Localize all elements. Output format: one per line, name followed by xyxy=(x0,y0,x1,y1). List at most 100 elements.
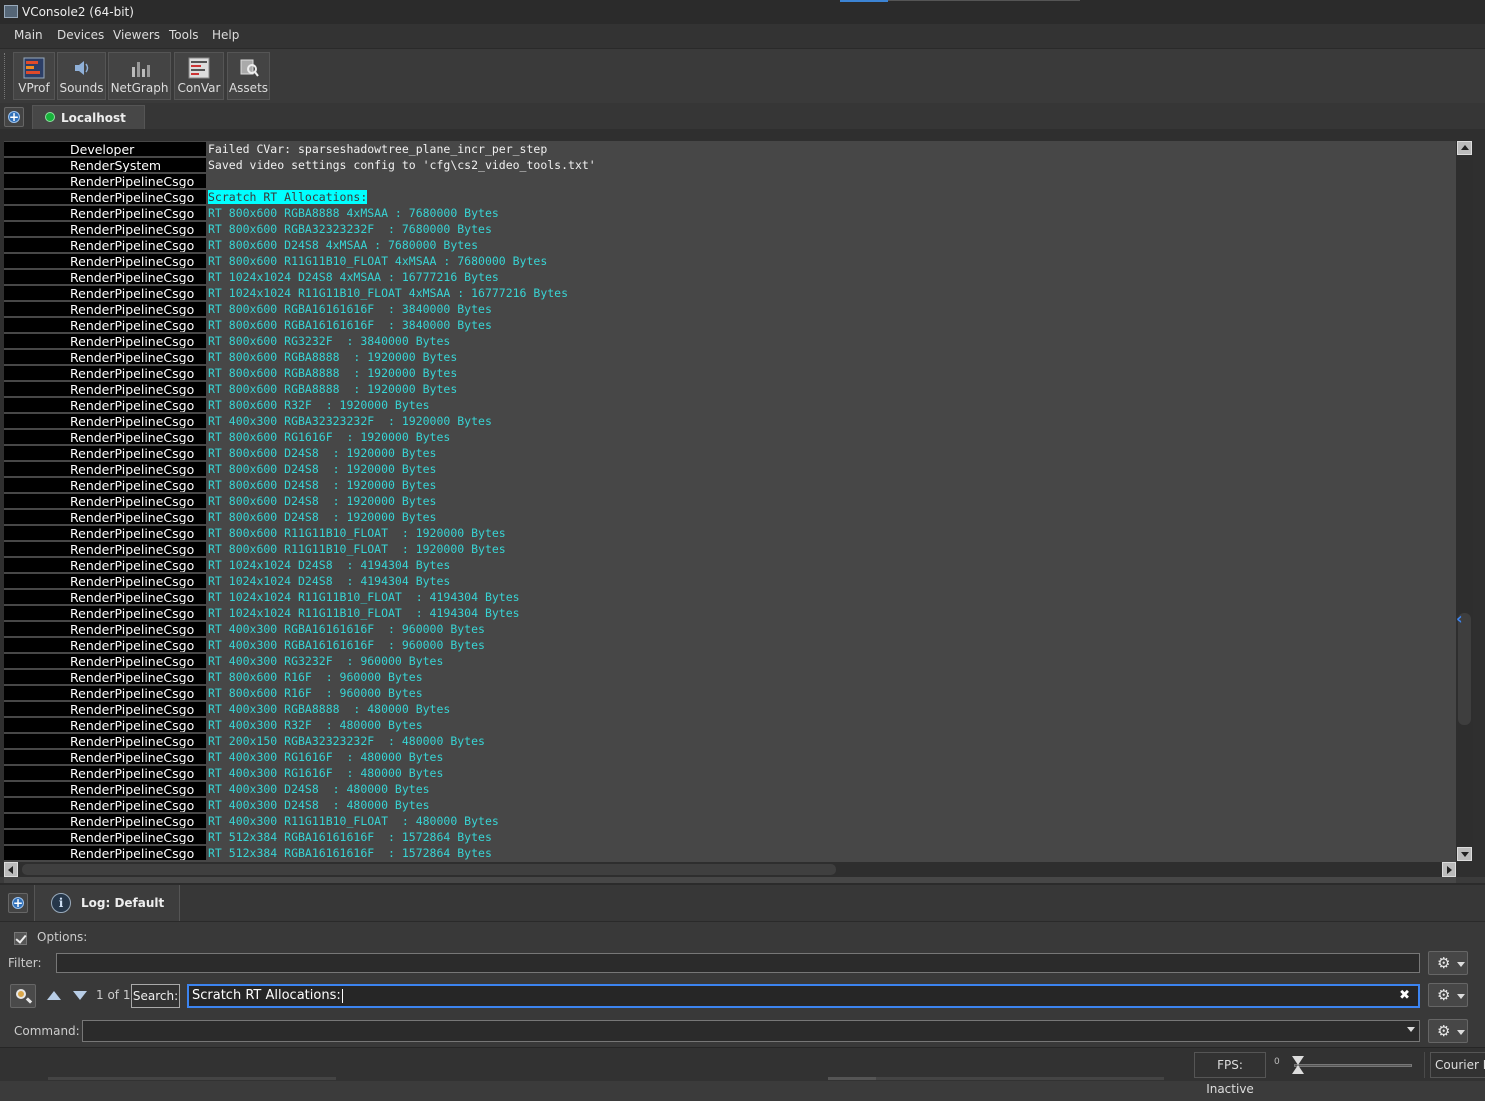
filter-label: Filter: xyxy=(8,956,42,970)
status-separator xyxy=(1424,1052,1425,1078)
log-message: RT 1024x1024 D24S8 4xMSAA : 16777216 Byt… xyxy=(208,270,499,284)
menu-tools[interactable]: Tools xyxy=(169,28,199,42)
assets-button[interactable]: Assets xyxy=(227,52,270,100)
title-bar: VConsole2 (64-bit) xyxy=(0,0,1485,24)
slider-handle-icon[interactable] xyxy=(1292,1056,1304,1074)
log-message: RT 400x300 RG1616F : 480000 Bytes xyxy=(208,750,444,764)
log-category: RenderPipelineCsgo xyxy=(4,350,206,364)
menu-devices[interactable]: Devices xyxy=(57,28,104,42)
next-match-button[interactable] xyxy=(73,991,87,1000)
log-row: RenderPipelineCsgo RT 400x300 RGBA3232323… xyxy=(4,413,1456,429)
log-message: RT 800x600 RGBA8888 : 1920000 Bytes xyxy=(208,366,458,380)
log-category: RenderPipelineCsgo xyxy=(4,190,206,204)
log-category: RenderPipelineCsgo xyxy=(4,270,206,284)
log-row: RenderPipelineCsgo RT 400x300 D24S8 : 480… xyxy=(4,797,1456,813)
scroll-right-button[interactable] xyxy=(1442,862,1456,877)
log-row: RenderPipelineCsgo RT 1024x1024 R11G11B10… xyxy=(4,285,1456,301)
match-count: 1 of 1 xyxy=(96,988,131,1002)
log-category: RenderPipelineCsgo xyxy=(4,526,206,540)
search-settings-button[interactable]: ⚙ xyxy=(1428,983,1468,1007)
log-row: RenderPipelineCsgo RT 800x600 R11G11B10_F… xyxy=(4,525,1456,541)
title-accent-line xyxy=(888,0,1080,1)
menu-main[interactable]: Main xyxy=(14,28,43,42)
filter-settings-button[interactable]: ⚙ xyxy=(1428,951,1468,975)
command-label: Command: xyxy=(14,1024,80,1038)
previous-match-button[interactable] xyxy=(47,991,61,1000)
log-category: RenderPipelineCsgo xyxy=(4,414,206,428)
log-message: RT 800x600 RGBA16161616F : 3840000 Bytes xyxy=(208,302,492,316)
log-message: RT 512x384 RGBA16161616F : 1572864 Bytes xyxy=(208,830,492,844)
log-message: RT 400x300 RG3232F : 960000 Bytes xyxy=(208,654,444,668)
netgraph-icon xyxy=(131,62,150,77)
netgraph-label: NetGraph xyxy=(110,81,169,95)
scroll-up-button[interactable] xyxy=(1457,141,1472,155)
magnifier-handle xyxy=(25,997,33,1004)
log-category: RenderPipelineCsgo xyxy=(4,558,206,572)
app-icon xyxy=(4,5,18,18)
log-category: RenderPipelineCsgo xyxy=(4,462,206,476)
log-row: RenderPipelineCsgo RT 800x600 R16F : 9600… xyxy=(4,685,1456,701)
assets-label: Assets xyxy=(228,81,269,95)
filter-input[interactable] xyxy=(56,953,1420,973)
convar-icon xyxy=(188,57,210,79)
log-row: RenderPipelineCsgo RT 400x300 RG3232F : 9… xyxy=(4,653,1456,669)
log-category: RenderPipelineCsgo xyxy=(4,622,206,636)
log-message: RT 1024x1024 R11G11B10_FLOAT : 4194304 B… xyxy=(208,606,520,620)
log-row: RenderPipelineCsgo RT 512x384 RGBA1616161… xyxy=(4,845,1456,861)
vprof-button[interactable]: VProf xyxy=(13,52,55,100)
search-input[interactable]: Scratch RT Allocations: ✖ xyxy=(187,984,1420,1008)
clear-search-icon[interactable]: ✖ xyxy=(1399,988,1410,1003)
scroll-thumb[interactable] xyxy=(1458,613,1471,725)
gear-icon: ⚙ xyxy=(1437,1022,1451,1040)
log-message: RT 200x150 RGBA32323232F : 480000 Bytes xyxy=(208,734,485,748)
convar-button[interactable]: ConVar xyxy=(174,52,224,100)
command-history-dropdown-icon[interactable] xyxy=(1407,1027,1415,1032)
menu-viewers[interactable]: Viewers xyxy=(113,28,160,42)
log-message: RT 800x600 D24S8 : 1920000 Bytes xyxy=(208,462,437,476)
scroll-left-button[interactable] xyxy=(4,862,18,877)
menu-help[interactable]: Help xyxy=(212,28,239,42)
log-horizontal-scrollbar[interactable] xyxy=(4,862,1456,877)
window-title: VConsole2 (64-bit) xyxy=(22,5,134,19)
tab-log-default[interactable]: i Log: Default xyxy=(34,885,180,921)
title-accent xyxy=(840,0,888,2)
options-checkbox[interactable] xyxy=(14,932,27,945)
sounds-button[interactable]: Sounds xyxy=(57,52,106,100)
hscroll-thumb[interactable] xyxy=(22,864,836,875)
log-row: RenderPipelineCsgo RT 200x150 RGBA3232323… xyxy=(4,733,1456,749)
log-row: RenderPipelineCsgo RT 800x600 D24S8 : 192… xyxy=(4,445,1456,461)
log-row: RenderPipelineCsgo RT 800x600 R11G11B10_F… xyxy=(4,253,1456,269)
log-category: RenderPipelineCsgo xyxy=(4,702,206,716)
log-category: RenderPipelineCsgo xyxy=(4,430,206,444)
tab-log-default-label: Log: Default xyxy=(81,896,165,910)
tab-localhost[interactable]: Localhost xyxy=(32,105,145,129)
log-category: RenderPipelineCsgo xyxy=(4,734,206,748)
log-vertical-scrollbar[interactable]: ‹ xyxy=(1456,141,1473,861)
log-category: RenderPipelineCsgo xyxy=(4,654,206,668)
add-connection-button[interactable]: + xyxy=(4,107,24,127)
log-row: RenderPipelineCsgo RT 400x300 RGBA1616161… xyxy=(4,621,1456,637)
command-input[interactable] xyxy=(82,1020,1420,1042)
log-message: RT 1024x1024 R11G11B10_FLOAT 4xMSAA : 16… xyxy=(208,286,569,300)
log-category: RenderPipelineCsgo xyxy=(4,366,206,380)
log-row: RenderPipelineCsgo RT 512x384 RGBA1616161… xyxy=(4,829,1456,845)
toolbar-grip[interactable] xyxy=(4,53,8,99)
log-row: RenderPipelineCsgo RT 800x600 D24S8 : 192… xyxy=(4,493,1456,509)
find-button[interactable] xyxy=(10,984,36,1008)
log-message: RT 400x300 RGBA8888 : 480000 Bytes xyxy=(208,702,451,716)
log-category: RenderPipelineCsgo xyxy=(4,830,206,844)
gear-icon: ⚙ xyxy=(1437,986,1451,1004)
zoom-slider[interactable] xyxy=(1290,1056,1414,1074)
netgraph-button[interactable]: NetGraph xyxy=(108,52,171,100)
log-row: RenderPipelineCsgo RT 800x600 D24S8 4xMSA… xyxy=(4,237,1456,253)
search-button[interactable]: Search: xyxy=(131,984,180,1008)
log-tab-strip: + i Log: Default xyxy=(0,885,1485,921)
scroll-down-button[interactable] xyxy=(1457,847,1472,861)
font-selector[interactable]: Courier N xyxy=(1430,1052,1485,1078)
add-log-tab-button[interactable]: + xyxy=(8,893,28,913)
toolbar: VProf Sounds NetGraph ConVar Assets xyxy=(0,48,1485,104)
log-row: RenderPipelineCsgo RT 400x300 RG1616F : 4… xyxy=(4,765,1456,781)
command-settings-button[interactable]: ⚙ xyxy=(1428,1019,1468,1043)
log-message: RT 512x384 RGBA16161616F : 1572864 Bytes xyxy=(208,846,492,860)
log-category: RenderPipelineCsgo xyxy=(4,174,206,188)
